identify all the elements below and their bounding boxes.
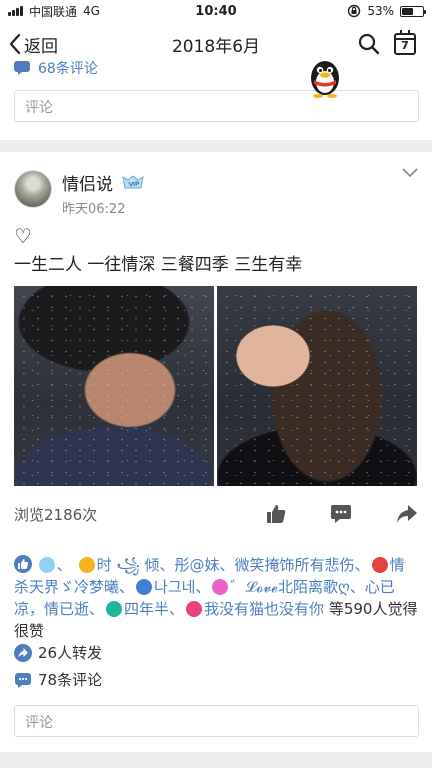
comment-count: 78条评论 — [38, 671, 103, 689]
vip-badge-icon — [122, 174, 144, 188]
previous-comment-input[interactable]: 评论 — [14, 90, 419, 122]
liker-badge — [106, 601, 123, 617]
orientation-lock-icon — [348, 4, 361, 18]
heart-symbol: ♡ — [14, 224, 32, 248]
comment-count-row[interactable]: 78条评论 — [14, 669, 102, 690]
chevron-left-icon — [9, 33, 21, 55]
liker-name[interactable]: 彤@妹、微笑掩饰所有悲伤、 — [175, 556, 370, 574]
likes-list: 、 时 ꧁ 倾、彤@妹、微笑掩饰所有悲伤、 情杀天界ゞ冷梦曦、 나그네、 ゛𝓛𝓸𝓿𝓮北… — [14, 555, 418, 640]
post-photo-2[interactable] — [217, 286, 417, 486]
share-count: 26人转发 — [38, 644, 103, 662]
search-icon[interactable] — [358, 33, 380, 55]
thumb-up-icon — [14, 555, 32, 573]
previous-comment-count-label: 68条评论 — [38, 61, 98, 77]
share-count-row[interactable]: 26人转发 — [14, 642, 102, 663]
share-button[interactable] — [396, 504, 418, 524]
liker-badge — [78, 557, 95, 573]
liker-badge — [186, 601, 203, 617]
network-type: 4G — [83, 4, 100, 18]
calendar-day: 7 — [401, 39, 409, 52]
chevron-down-icon[interactable] — [402, 168, 418, 178]
back-label: 返回 — [24, 36, 58, 57]
comment-input[interactable]: 评论 — [14, 705, 419, 737]
calendar-icon[interactable]: 7 — [394, 30, 416, 55]
view-count: 浏览2186次 — [14, 505, 98, 524]
liker-name[interactable]: 时 ꧁ 倾、 — [97, 556, 175, 574]
liker-name[interactable]: 四年半、 — [124, 600, 184, 618]
comment-button[interactable] — [330, 504, 352, 524]
signal-icon — [8, 6, 23, 16]
like-button[interactable] — [266, 504, 286, 524]
post-text: 一生二人 一往情深 三餐四季 三生有幸 — [14, 255, 303, 275]
author-name[interactable]: 情侣说 — [62, 170, 113, 195]
status-bar: 中国联通 4G 10:40 53% — [0, 0, 432, 22]
previous-post-card: 68条评论 评论 — [0, 61, 432, 140]
avatar[interactable] — [14, 170, 52, 208]
comment-icon — [14, 61, 30, 75]
comment-icon — [15, 672, 31, 688]
liker-badge — [136, 579, 153, 595]
liker-badge — [371, 557, 388, 573]
battery-percent: 53% — [367, 4, 394, 18]
battery-level — [402, 7, 413, 15]
liker-name[interactable]: 나그네、 — [154, 578, 210, 596]
previous-comment-count[interactable]: 68条评论 — [14, 58, 98, 78]
carrier-name: 中国联通 — [29, 4, 78, 19]
penguin-mascot-icon[interactable] — [307, 54, 343, 98]
post-time: 昨天06:22 — [62, 202, 126, 217]
share-icon — [14, 643, 32, 662]
liker-badge — [38, 557, 55, 573]
battery-icon — [400, 5, 426, 17]
liker-badge — [212, 579, 229, 595]
liker-name[interactable]: 我没有猫也没有你 — [204, 600, 324, 618]
post-author-row[interactable]: 情侣说 昨天06:22 — [14, 170, 145, 217]
post-card: 情侣说 昨天06:22 ♡ 一生二人 一往情深 三餐四季 三生有幸 浏览2186… — [0, 152, 432, 752]
post-photo-1[interactable] — [14, 286, 214, 486]
